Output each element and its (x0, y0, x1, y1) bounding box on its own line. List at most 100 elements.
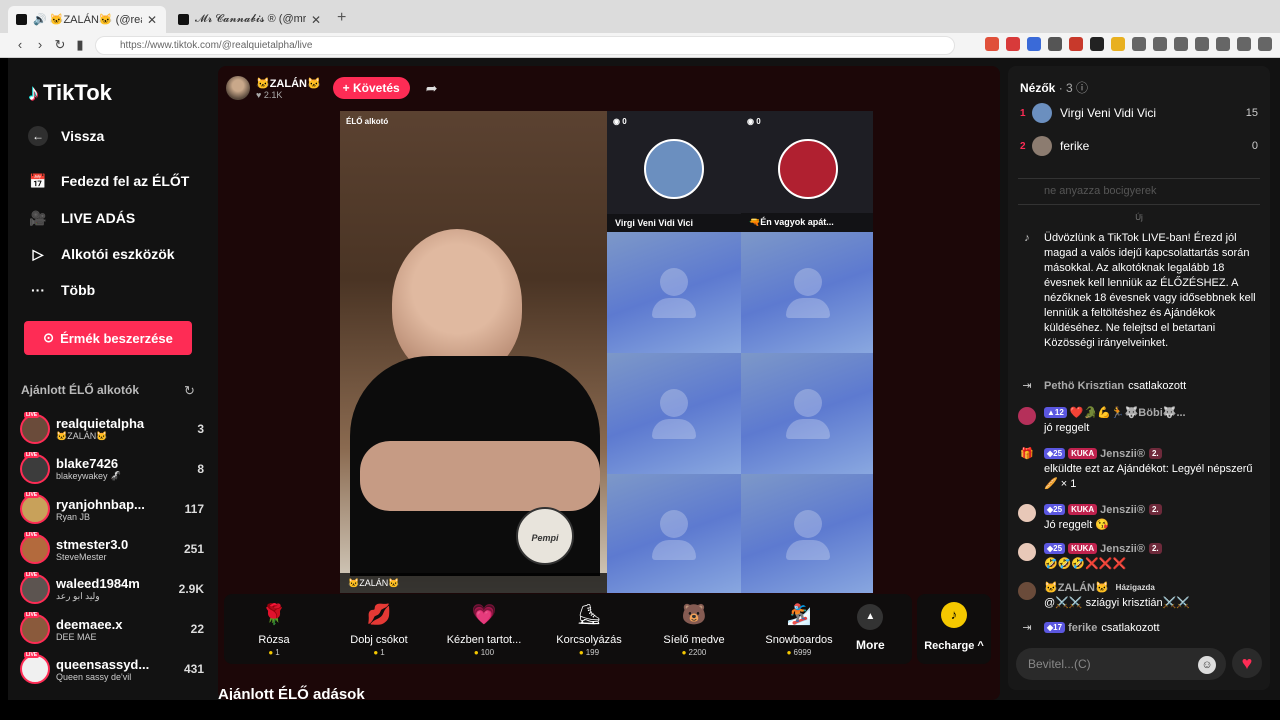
wallet-icon[interactable] (1216, 37, 1230, 51)
heart-icon: 💗 (471, 604, 497, 626)
refresh-icon[interactable]: ↻ (184, 383, 195, 399)
username[interactable]: Jenszii® (1100, 448, 1145, 460)
bookmark-icon[interactable]: ▮ (72, 37, 88, 53)
menu-back[interactable]: ← Vissza (28, 126, 104, 146)
username[interactable]: Pethö Krisztian (1044, 380, 1124, 392)
menu-explore-live[interactable]: 📅 Fedezd fel az ÉLŐT (28, 171, 189, 191)
extension-icon[interactable] (1006, 37, 1020, 51)
gift-ski-bear[interactable]: 🐻 Síelő medve 2200 (644, 600, 744, 657)
music-icon[interactable] (1174, 37, 1188, 51)
reload-icon[interactable]: ↻ (52, 37, 68, 53)
empty-guest-slot[interactable] (741, 474, 873, 593)
gift-price: 1 (224, 648, 324, 657)
fan-badge: 2. (1148, 448, 1162, 459)
gift-snowboarder[interactable]: 🏂 Snowboardos 6999 (749, 600, 849, 657)
menu-creator-tools[interactable]: ▷ Alkotói eszközök (28, 244, 175, 264)
tiktok-logo[interactable]: ♪ TikTok (28, 80, 112, 106)
suggested-creator[interactable]: LIVE deemaee.x DEE MAE 22 (20, 611, 204, 647)
gift-name: Dobj csókot (350, 634, 408, 646)
extensions-toolbar (985, 37, 1272, 51)
address-bar: ‹ › ↻ ▮ https://www.tiktok.com/@realquie… (0, 33, 1280, 58)
guest-name: Virgi Veni Vidi Vici (607, 214, 741, 232)
gift-kiss[interactable]: 💋 Dobj csókot 1 (329, 600, 429, 657)
share-icon[interactable]: ➦ (426, 80, 438, 97)
extension-icon[interactable] (1090, 37, 1104, 51)
emoji-icon[interactable]: ☺ (1198, 656, 1216, 674)
empty-guest-slot[interactable] (607, 353, 741, 474)
sidebar-icon[interactable] (1195, 37, 1209, 51)
suggested-creator[interactable]: LIVE ryanjohnbap... Ryan JB 117 (20, 491, 204, 527)
browser-tab[interactable]: 𝓜𝓻 𝓒𝓪𝓷𝓷𝓪𝓫𝓲𝓼 ® (@mrcannabis_ ✕ (170, 6, 330, 33)
extension-icon[interactable] (1069, 37, 1083, 51)
menu-label: Több (61, 282, 96, 298)
puzzle-icon[interactable] (1132, 37, 1146, 51)
suggested-creator[interactable]: LIVE realquietalpha 🐱ZALÁN🐱 3 (20, 411, 204, 447)
gift-name: Snowboardos (765, 634, 833, 646)
live-video[interactable]: Pempi ÉLŐ alkotó 🐱ZALÁN🐱 ◉ 0 Virgi Veni … (340, 111, 873, 593)
back-icon[interactable]: ‹ (12, 37, 28, 53)
browser-tab-active[interactable]: 🔊 🐱ZALÁN🐱 (@realquietalph ✕ (8, 6, 166, 33)
chat-input[interactable]: Bevitel...(C) (1016, 648, 1226, 680)
host-bar: 🐱ZALÁN🐱 ♥ 2.1K + Követés ➦ (226, 76, 437, 100)
vpn-icon[interactable] (1237, 37, 1251, 51)
empty-guest-slot[interactable] (741, 232, 873, 353)
calendar-icon: 📅 (29, 172, 47, 189)
recharge-label: Recharge ^ (924, 640, 984, 652)
username[interactable]: 🐱ZALÁN🐱 (1044, 582, 1109, 594)
guest-slot[interactable]: ◉ 0 Virgi Veni Vidi Vici (607, 111, 741, 232)
menu-live-studio[interactable]: 🎥 LIVE ADÁS (28, 208, 135, 228)
more-gifts-button[interactable]: ▲ More (856, 604, 885, 652)
gift-price: 100 (434, 648, 534, 657)
menu-more[interactable]: ··· Több (28, 280, 95, 300)
empty-guest-slot[interactable] (607, 232, 741, 353)
forward-icon[interactable]: › (32, 37, 48, 53)
recharge-button[interactable]: ♪ Recharge ^ (917, 594, 991, 664)
menu-icon[interactable] (1258, 37, 1272, 51)
username[interactable]: ❤️🐊💪🏃🐺Böbi🐺... (1070, 407, 1186, 419)
gift-rose[interactable]: 🌹 Rózsa 1 (224, 600, 324, 657)
username[interactable]: ferike (1068, 622, 1097, 634)
brave-shield-icon[interactable] (985, 37, 999, 51)
suggested-creator[interactable]: LIVE blake7426 blakeywakey 🦨 8 (20, 451, 204, 487)
creator-nickname: Ryan JB (56, 511, 91, 522)
chat-message: ◆25 KUKA Jenszii® 2. 🤣🤣🤣❌❌❌ (1018, 542, 1262, 572)
creator-nickname: SteveMester (56, 551, 107, 562)
suggested-creator[interactable]: LIVE stmester3.0 SteveMester 251 (20, 531, 204, 567)
avatar[interactable] (1018, 407, 1036, 425)
gift-skating[interactable]: ⛸ Korcsolyázás 199 (539, 600, 639, 657)
top-viewer[interactable]: 2 ferike 0 (1020, 135, 1258, 157)
get-coins-button[interactable]: ⊙ Érmék beszerzése (24, 321, 192, 355)
gift-hand-heart[interactable]: 💗 Kézben tartot... 100 (434, 600, 534, 657)
tab-title: 𝓜𝓻 𝓒𝓪𝓷𝓷𝓪𝓫𝓲𝓼 ® (@mrcannabis_ (195, 13, 306, 25)
info-icon[interactable]: ⓘ (1076, 81, 1088, 95)
viewer-name: Virgi Veni Vidi Vici (1060, 106, 1157, 120)
extension-icon[interactable] (1153, 37, 1167, 51)
tiktok-note-icon: ♪ (28, 80, 39, 105)
suggested-creator[interactable]: LIVE queensassyd... Queen sassy de'vil 43… (20, 651, 204, 687)
like-heart-icon[interactable]: ♥ (1232, 648, 1262, 678)
host-avatar[interactable] (226, 76, 250, 100)
guest-slot[interactable]: ◉ 0 🔫Én vagyok apát... (741, 111, 873, 232)
avatar[interactable] (1018, 582, 1036, 600)
viewer-score: 0 (1251, 140, 1258, 152)
username[interactable]: Jenszii® (1100, 504, 1145, 516)
username[interactable]: Jenszii® (1100, 543, 1145, 555)
viewers-header[interactable]: Nézők · 3 ⓘ (1020, 79, 1088, 96)
avatar[interactable] (1018, 543, 1036, 561)
close-tab-icon[interactable]: ✕ (310, 13, 322, 27)
suggested-creator[interactable]: LIVE waleed1984m وليد ابو رعد 2.9K (20, 571, 204, 607)
extension-icon[interactable] (1111, 37, 1125, 51)
empty-guest-slot[interactable] (607, 474, 741, 593)
follow-button[interactable]: + Követés (332, 77, 410, 99)
avatar[interactable] (1018, 504, 1036, 522)
empty-guest-slot[interactable] (741, 353, 873, 474)
extension-icon[interactable] (1048, 37, 1062, 51)
url-input[interactable]: https://www.tiktok.com/@realquietalpha/l… (95, 36, 955, 55)
extension-icon[interactable] (1027, 37, 1041, 51)
close-tab-icon[interactable]: ✕ (146, 13, 158, 27)
new-tab-icon[interactable]: + (337, 9, 346, 27)
seal-logo: Pempi (516, 507, 574, 565)
host-name[interactable]: 🐱ZALÁN🐱 (256, 77, 321, 90)
top-viewer[interactable]: 1 Virgi Veni Vidi Vici 15 (1020, 102, 1258, 124)
team-badge: KUKA (1068, 504, 1098, 515)
